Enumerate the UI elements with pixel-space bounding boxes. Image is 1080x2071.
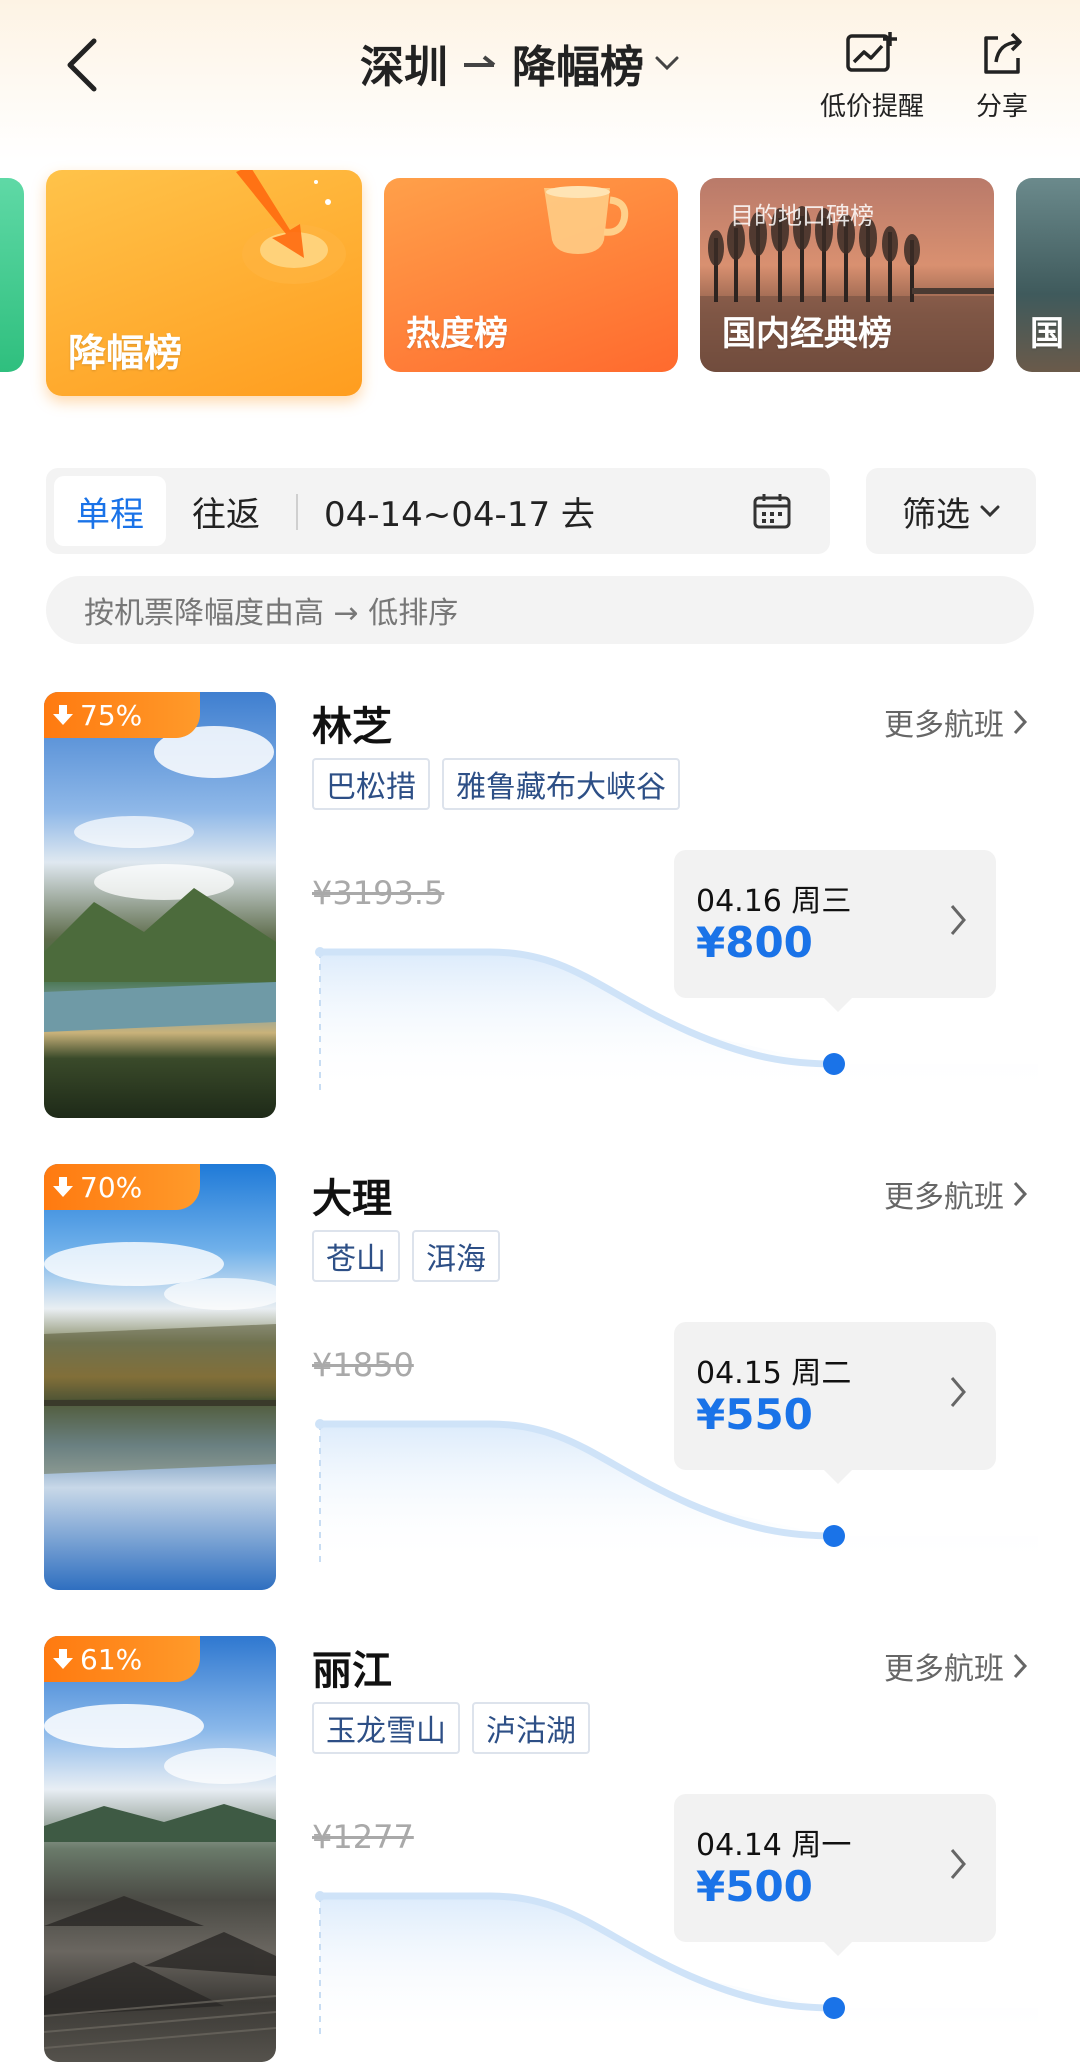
destination-item[interactable]: 75% 林芝 更多航班 巴松措 雅鲁藏布大峡谷 ¥3193.5 04.16 周三… <box>0 692 1080 1122</box>
chevron-right-icon <box>950 1849 966 1879</box>
lowest-price: ¥550 <box>696 1390 813 1439</box>
calendar-icon[interactable] <box>752 492 792 530</box>
drop-percent: 70% <box>80 1170 143 1204</box>
category-card-hot-ranking[interactable]: 热度榜 <box>384 178 678 372</box>
more-flights-link[interactable]: 更多航班 <box>884 1644 1028 1688</box>
tab-round-trip[interactable]: 往返 <box>170 476 282 546</box>
tag: 泸沽湖 <box>472 1702 590 1754</box>
category-card-drop-ranking[interactable]: 降幅榜 <box>46 170 362 396</box>
category-card-partial-left[interactable] <box>0 178 24 372</box>
flight-date: 04.15 周二 <box>696 1356 852 1391</box>
drop-percent: 61% <box>80 1642 143 1676</box>
lowest-price-card[interactable]: 04.15 周二 ¥550 <box>674 1322 996 1484</box>
tag-list: 玉龙雪山 泸沽湖 <box>312 1702 590 1754</box>
sort-hint: 按机票降幅度由高 → 低排序 <box>46 576 1034 644</box>
category-card-domestic-classic[interactable]: 目的地口碑榜 国内经典榜 <box>700 178 994 372</box>
category-label: 国内经典榜 <box>722 314 892 354</box>
lowest-price: ¥800 <box>696 918 813 967</box>
more-flights-label: 更多航班 <box>884 708 1004 743</box>
drop-badge: 61% <box>44 1636 200 1682</box>
falling-arrow-illustration <box>236 170 346 284</box>
original-price: ¥1850 <box>312 1346 414 1384</box>
share-label: 分享 <box>976 92 1029 122</box>
price-alert-label: 低价提醒 <box>820 92 925 122</box>
more-flights-label: 更多航班 <box>884 1652 1004 1687</box>
chevron-right-icon <box>1013 1181 1028 1207</box>
chevron-right-icon <box>1013 1653 1028 1679</box>
lake-reflection-scene <box>44 1242 276 1474</box>
destination-item[interactable]: 61% 丽江 更多航班 玉龙雪山 泸沽湖 ¥1277 04.14 周一 ¥500 <box>0 1636 1080 2066</box>
category-label: 热度榜 <box>406 314 508 354</box>
route-arrow-icon <box>462 53 498 73</box>
filter-label: 筛选 <box>902 494 970 535</box>
share-button[interactable]: 分享 <box>976 30 1028 123</box>
filter-button[interactable]: 筛选 <box>866 468 1036 554</box>
ranking-name: 降幅榜 <box>512 42 644 93</box>
original-price: ¥1277 <box>312 1818 414 1856</box>
flight-date: 04.14 周一 <box>696 1828 852 1863</box>
tag: 洱海 <box>412 1230 500 1282</box>
origin-city: 深圳 <box>360 42 448 93</box>
destination-name: 丽江 <box>312 1648 392 1694</box>
destination-name: 大理 <box>312 1176 392 1222</box>
category-card-partial-right[interactable]: 国 <box>1016 178 1080 372</box>
original-price: ¥3193.5 <box>312 874 445 912</box>
lowest-price-card[interactable]: 04.16 周三 ¥800 <box>674 850 996 1012</box>
more-flights-link[interactable]: 更多航班 <box>884 700 1028 744</box>
tag: 玉龙雪山 <box>312 1702 460 1754</box>
price-alert-icon <box>846 32 897 72</box>
lowest-price: ¥500 <box>696 1862 813 1911</box>
coffee-cup-illustration <box>544 186 629 254</box>
chevron-right-icon <box>950 1377 966 1407</box>
category-overlay-text: 目的地口碑榜 <box>730 202 874 230</box>
chevron-down-icon <box>654 53 680 73</box>
chevron-right-icon <box>1013 709 1028 735</box>
flight-date: 04.16 周三 <box>696 884 852 919</box>
tab-one-way[interactable]: 单程 <box>54 476 166 546</box>
destination-item[interactable]: 70% 大理 更多航班 苍山 洱海 ¥1850 04.15 周二 ¥550 <box>0 1164 1080 1594</box>
divider <box>296 494 298 530</box>
arrow-down-icon <box>53 1649 73 1669</box>
back-button[interactable] <box>52 30 112 100</box>
lowest-price-card[interactable]: 04.14 周一 ¥500 <box>674 1794 996 1956</box>
old-town-roofs-scene <box>44 1704 276 2049</box>
chevron-right-icon <box>950 905 966 935</box>
tag: 雅鲁藏布大峡谷 <box>442 758 680 810</box>
share-icon <box>984 32 1022 74</box>
drop-badge: 70% <box>44 1164 200 1210</box>
tag: 巴松措 <box>312 758 430 810</box>
drop-badge: 75% <box>44 692 200 738</box>
arrow-down-icon <box>53 705 73 725</box>
tag: 苍山 <box>312 1230 400 1282</box>
page-title[interactable]: 深圳 降幅榜 <box>360 28 680 98</box>
drop-percent: 75% <box>80 698 143 732</box>
more-flights-link[interactable]: 更多航班 <box>884 1172 1028 1216</box>
arrow-down-icon <box>53 1177 73 1197</box>
more-flights-label: 更多航班 <box>884 1180 1004 1215</box>
tag-list: 巴松措 雅鲁藏布大峡谷 <box>312 758 680 810</box>
chevron-down-icon <box>980 505 1000 518</box>
tag-list: 苍山 洱海 <box>312 1230 500 1282</box>
category-label: 国 <box>1030 314 1064 354</box>
destination-photo: 61% <box>44 1636 276 2062</box>
destination-photo: 70% <box>44 1164 276 1590</box>
destination-photo: 75% <box>44 692 276 1118</box>
date-range-selector[interactable]: 04-14~04-17 去 <box>324 476 595 546</box>
destination-name: 林芝 <box>312 704 392 750</box>
price-alert-button[interactable]: 低价提醒 <box>820 30 924 123</box>
category-label: 降幅榜 <box>68 331 183 375</box>
chevron-left-icon <box>67 38 97 92</box>
trip-type-bar: 单程 往返 04-14~04-17 去 <box>46 468 830 554</box>
mountain-scene <box>44 726 276 1032</box>
